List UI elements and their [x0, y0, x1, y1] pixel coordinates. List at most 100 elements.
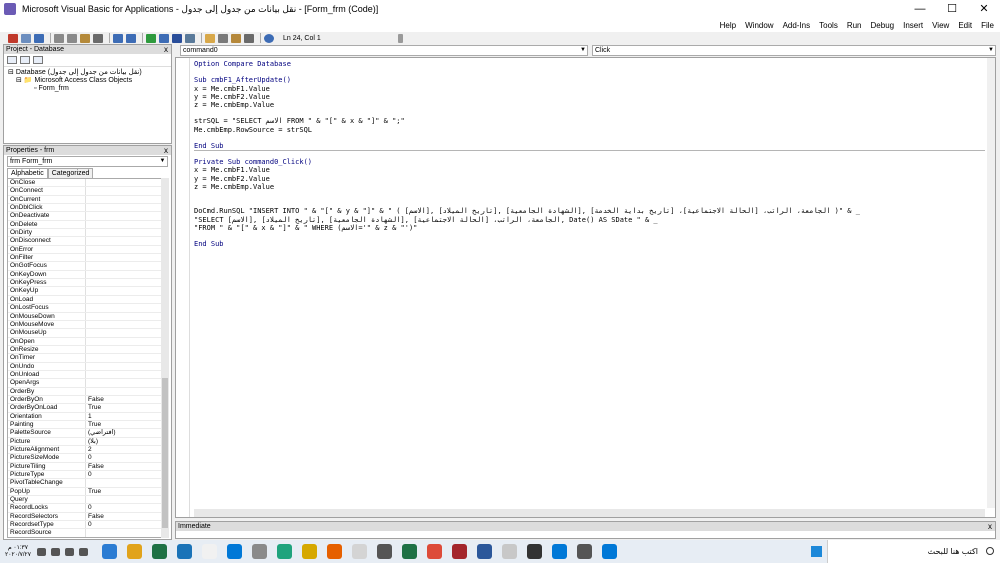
property-row[interactable]: OnDirty — [8, 229, 162, 238]
properties-window-icon[interactable] — [218, 33, 228, 43]
minimize-button[interactable]: — — [904, 0, 936, 18]
maximize-button[interactable]: ☐ — [936, 0, 968, 18]
property-row[interactable]: RecordsetType 0 — [8, 521, 162, 530]
taskbar-app-icon[interactable] — [277, 544, 292, 559]
code-line[interactable]: y = Me.cmbF2.Value — [194, 175, 860, 183]
properties-scroll-thumb[interactable] — [162, 378, 168, 528]
view-object-icon[interactable] — [20, 56, 30, 64]
property-value[interactable] — [86, 212, 162, 219]
property-row[interactable]: OrderByOnLoad True — [8, 404, 162, 413]
property-row[interactable]: OnCurrent — [8, 195, 162, 205]
property-value[interactable] — [86, 204, 162, 211]
property-row[interactable]: PictureType 0 — [8, 471, 162, 480]
code-line[interactable]: z = Me.cmbEmp.Value — [194, 101, 860, 109]
property-value[interactable] — [86, 296, 162, 303]
taskbar-app-icon[interactable] — [377, 544, 392, 559]
procedure-combo[interactable]: Click ▼ — [592, 45, 996, 56]
property-row[interactable]: Query — [8, 496, 162, 505]
property-row[interactable]: OnOpen — [8, 337, 162, 346]
property-row[interactable]: Painting True — [8, 420, 162, 430]
property-row[interactable]: OnMouseMove — [8, 320, 162, 330]
code-line[interactable]: Private Sub command0_Click() — [194, 158, 860, 166]
code-text[interactable]: Option Compare Database Sub cmbF1_AfterUp… — [194, 60, 860, 257]
taskbar-app-icon[interactable] — [227, 544, 242, 559]
code-line[interactable]: x = Me.cmbF1.Value — [194, 166, 860, 174]
toolbar-overflow-icon[interactable] — [398, 33, 403, 43]
property-value[interactable]: 0 — [86, 471, 162, 478]
menu-insert[interactable]: Insert — [903, 21, 923, 30]
property-value[interactable] — [86, 287, 162, 294]
menu-window[interactable]: Window — [745, 21, 773, 30]
reset-icon[interactable] — [172, 33, 182, 43]
property-value[interactable]: 1 — [86, 413, 162, 420]
break-icon[interactable] — [159, 33, 169, 43]
object-combo[interactable]: command0 ▼ — [180, 45, 588, 56]
property-value[interactable] — [86, 196, 162, 203]
code-line[interactable]: Me.cmbEmp.RowSource = strSQL — [194, 126, 860, 134]
property-value[interactable] — [86, 529, 162, 536]
property-value[interactable] — [86, 371, 162, 378]
property-row[interactable]: OnConnect — [8, 187, 162, 196]
property-row[interactable]: OnClose — [8, 179, 162, 188]
property-value[interactable] — [86, 229, 162, 236]
property-value[interactable] — [86, 313, 162, 320]
property-row[interactable]: PictureSizeMode 0 — [8, 454, 162, 463]
property-value[interactable] — [86, 354, 162, 361]
save-icon[interactable] — [34, 33, 44, 43]
property-row[interactable]: OnKeyPress — [8, 279, 162, 288]
property-row[interactable]: OnDblClick — [8, 204, 162, 213]
taskbar-search-box[interactable]: اكتب هنا للبحث — [827, 540, 1000, 563]
code-line[interactable]: y = Me.cmbF2.Value — [194, 93, 860, 101]
language-icon[interactable] — [37, 547, 46, 556]
code-line[interactable]: strSQL = "SELECT الاسم FROM " & "[" & x … — [194, 117, 860, 125]
property-row[interactable]: OnFilter — [8, 254, 162, 263]
property-row[interactable]: OnUnload — [8, 370, 162, 380]
toggle-folders-icon[interactable] — [33, 56, 43, 64]
property-value[interactable] — [86, 321, 162, 328]
code-line[interactable]: z = Me.cmbEmp.Value — [194, 183, 860, 191]
property-value[interactable] — [86, 346, 162, 353]
property-value[interactable]: True — [86, 421, 162, 428]
property-value[interactable]: 2 — [86, 446, 162, 453]
taskbar-app-icon[interactable] — [602, 544, 617, 559]
code-line[interactable]: End Sub — [194, 142, 860, 150]
find-icon[interactable] — [93, 33, 103, 43]
code-line[interactable] — [194, 109, 860, 117]
property-row[interactable]: OnKeyDown — [8, 270, 162, 280]
property-row[interactable]: OnKeyUp — [8, 287, 162, 296]
property-value[interactable] — [86, 279, 162, 286]
property-value[interactable] — [86, 479, 162, 486]
code-line[interactable]: End Sub — [194, 240, 860, 248]
code-line[interactable]: "SELECT [الاسم], [تاريخ الميلاد], [الشها… — [194, 216, 860, 224]
property-value[interactable] — [86, 496, 162, 503]
property-row[interactable]: RecordSource — [8, 529, 162, 537]
code-line[interactable]: DoCmd.RunSQL "INSERT INTO " & "[" & y & … — [194, 207, 860, 215]
immediate-window[interactable]: Immediate x — [175, 521, 996, 539]
paste-icon[interactable] — [80, 33, 90, 43]
property-row[interactable]: PivotTableChange — [8, 479, 162, 488]
property-row[interactable]: OrderByOn False — [8, 395, 162, 405]
taskbar-app-icon[interactable] — [202, 544, 217, 559]
taskbar-app-icon[interactable] — [302, 544, 317, 559]
tree-node-class-objects[interactable]: ⊟ 📁 Microsoft Access Class Objects — [8, 77, 171, 85]
menu-run[interactable]: Run — [847, 21, 862, 30]
menu-tools[interactable]: Tools — [819, 21, 838, 30]
taskbar-app-icon[interactable] — [402, 544, 417, 559]
properties-scrollbar[interactable] — [161, 178, 169, 538]
insert-module-icon[interactable] — [21, 33, 31, 43]
help-icon[interactable] — [264, 33, 274, 43]
code-line[interactable] — [194, 134, 860, 142]
property-row[interactable]: OnDeactivate — [8, 212, 162, 221]
taskbar-app-icon[interactable] — [127, 544, 142, 559]
property-row[interactable]: OnUndo — [8, 362, 162, 371]
taskbar-app-icon[interactable] — [452, 544, 467, 559]
menu-edit[interactable]: Edit — [958, 21, 972, 30]
property-value[interactable] — [86, 338, 162, 345]
property-value[interactable]: 0 — [86, 454, 162, 461]
toolbox-icon[interactable] — [244, 33, 254, 43]
property-row[interactable]: OpenArgs — [8, 379, 162, 388]
property-row[interactable]: OnError — [8, 245, 162, 255]
property-row[interactable]: OnTimer — [8, 354, 162, 363]
property-row[interactable]: Picture (بلا) — [8, 437, 162, 446]
redo-icon[interactable] — [126, 33, 136, 43]
